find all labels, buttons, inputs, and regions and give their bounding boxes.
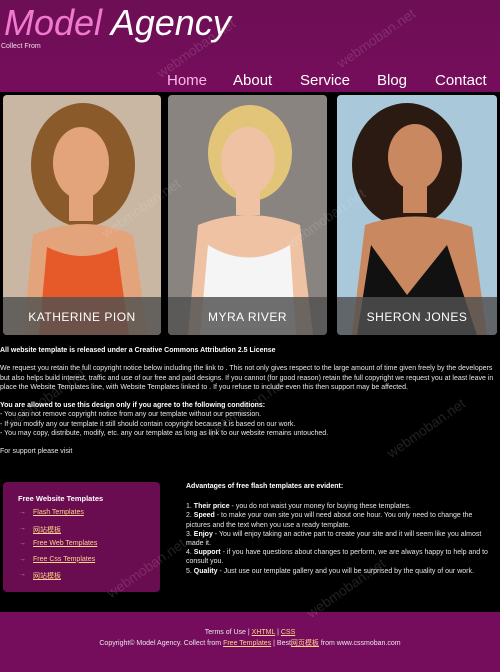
sidebar-link-label: 网站模板 <box>33 526 61 534</box>
free-templates-link[interactable]: Free Templates <box>223 640 271 647</box>
from-text: from www.cssmoban.com <box>318 640 401 647</box>
advantage-num: 2. <box>186 512 192 520</box>
best-link[interactable]: 网页模板 <box>291 640 319 647</box>
advantage-term: Quality <box>193 567 218 575</box>
nav-service[interactable]: Service <box>300 72 350 89</box>
support-text: For support please visit <box>0 448 73 456</box>
arrow-icon: → <box>19 509 26 516</box>
sidebar-link-label: Flash Templates <box>33 509 84 516</box>
advantage-term: Their price <box>193 503 230 511</box>
arrow-icon: → <box>19 555 26 563</box>
advantage-text: - You will enjoy taking an active part t… <box>186 530 482 548</box>
sidebar-link-label: Free Web Templates <box>33 540 98 547</box>
sidebar-link[interactable]: → Free Css Templates <box>19 556 97 572</box>
model-name: SHERON JONES <box>337 297 497 335</box>
advantage-num: 1. <box>186 503 192 511</box>
sidebar-link[interactable]: → 网站模板 <box>19 525 97 541</box>
model-card[interactable]: SHERON JONES <box>337 95 497 335</box>
copyright-text: Copyright© Model Agency. Collect from <box>99 640 224 647</box>
advantage-item: 1. Their price - you do not waist your m… <box>186 502 498 511</box>
arrow-icon: → <box>19 571 26 578</box>
footer: Terms of Use | XHTML | CSS Copyright© Mo… <box>0 612 500 672</box>
model-name: KATHERINE PION <box>3 297 161 335</box>
advantage-item: 3. Enjoy - You will enjoy taking an acti… <box>186 530 498 548</box>
license-section: All website template is released under a… <box>0 346 500 457</box>
best-text: | Best <box>271 640 291 647</box>
site-logo[interactable]: Model Agency <box>4 2 231 44</box>
sidebar-link[interactable]: → Flash Templates <box>19 509 97 525</box>
header: Model Agency Collect From Home About Ser… <box>0 0 500 92</box>
advantage-term: Support <box>193 549 221 557</box>
collect-from-text: Collect From <box>1 43 41 50</box>
model-gallery: KATHERINE PION MYRA RIVER SHERON JONES <box>0 94 500 336</box>
rule-item: - You may copy, distribute, modify, etc.… <box>0 430 329 438</box>
advantage-term: Speed <box>193 512 215 520</box>
nav-about[interactable]: About <box>233 72 272 89</box>
sidebar-list: → Flash Templates → 网站模板 → Free Web Templat… <box>19 509 97 587</box>
main-nav: Home About Service Blog Contact <box>0 72 500 90</box>
footer-links: Terms of Use | XHTML | CSS <box>0 629 500 636</box>
advantage-item: 2. Speed - to make your own site you wil… <box>186 511 498 529</box>
footer-copyright: Copyright© Model Agency. Collect from Fr… <box>0 638 500 648</box>
license-heading: All website template is released under a… <box>0 347 276 354</box>
sidebar-link-label: Free Css Templates <box>33 555 96 563</box>
advantages-heading: Advantages of free flash templates are e… <box>186 483 344 490</box>
terms-link[interactable]: Terms of Use <box>205 629 246 636</box>
model-card[interactable]: KATHERINE PION <box>3 95 161 335</box>
advantage-num: 4. <box>186 549 192 557</box>
nav-blog[interactable]: Blog <box>377 72 407 89</box>
advantages-section: Advantages of free flash templates are e… <box>186 482 498 576</box>
advantage-item: 5. Quality - Just use our template galle… <box>186 567 498 576</box>
logo-model: Model <box>4 2 103 43</box>
advantage-num: 5. <box>186 567 192 575</box>
nav-home[interactable]: Home <box>167 72 207 89</box>
rule-item: - If you modify any our template it stil… <box>0 420 296 428</box>
advantage-term: Enjoy <box>193 530 213 538</box>
license-paragraph: We request you retain the full copyright… <box>0 365 494 391</box>
advantage-text: - if you have questions about changes to… <box>186 549 488 566</box>
sidebar-box: Free Website Templates → Flash Templates … <box>3 482 160 592</box>
rules-heading: You are allowed to use this design only … <box>0 402 266 410</box>
sidebar-title: Free Website Templates <box>18 494 104 503</box>
advantage-num: 3. <box>186 530 192 538</box>
model-name: MYRA RIVER <box>168 297 327 335</box>
sidebar-link-label: 网站模板 <box>33 573 61 580</box>
arrow-icon: → <box>19 540 26 547</box>
nav-contact[interactable]: Contact <box>435 72 487 89</box>
logo-agency: Agency <box>102 2 231 43</box>
model-card[interactable]: MYRA RIVER <box>168 95 327 335</box>
advantage-text: - you do not waist your money for buying… <box>229 503 411 511</box>
rule-item: - You can not remove copyright notice fr… <box>0 411 262 419</box>
css-link[interactable]: CSS <box>281 629 295 636</box>
advantage-text: - Just use our template gallery and you … <box>217 567 474 575</box>
arrow-icon: → <box>19 524 26 532</box>
sidebar-link[interactable]: → 网站模板 <box>19 571 97 587</box>
advantage-item: 4. Support - if you have questions about… <box>186 548 498 566</box>
advantage-text: - to make your own site you will need ab… <box>186 512 473 529</box>
xhtml-link[interactable]: XHTML <box>252 629 275 636</box>
sidebar-link[interactable]: → Free Web Templates <box>19 540 97 556</box>
